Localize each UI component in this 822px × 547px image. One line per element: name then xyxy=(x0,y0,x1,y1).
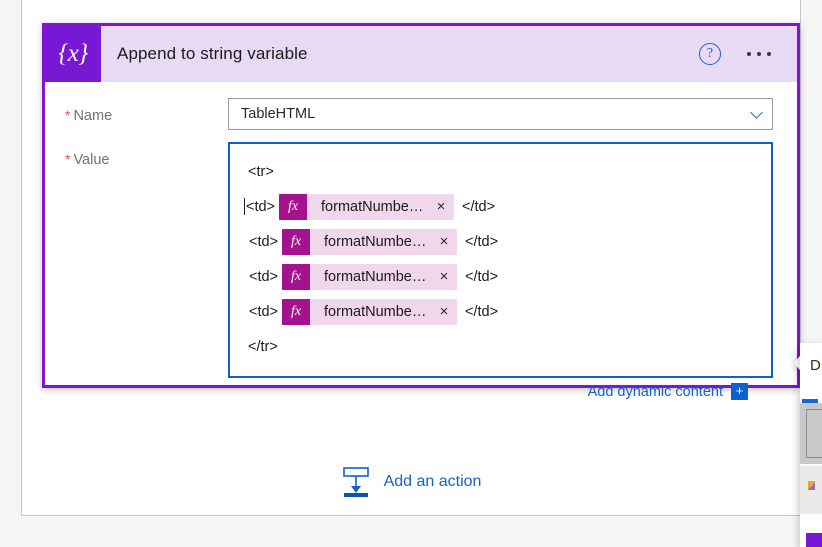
editor-line: <td> fx formatNumber… × </td> xyxy=(244,294,759,329)
more-options-icon[interactable] xyxy=(745,46,773,62)
editor-line: <tr> xyxy=(244,154,759,189)
variable-icon: {x} xyxy=(45,26,101,82)
close-icon[interactable]: × xyxy=(437,299,457,325)
app-root: {x} Append to string variable ? * Name Ta… xyxy=(0,0,822,547)
add-dynamic-content-link[interactable]: Add dynamic content xyxy=(588,384,723,400)
flyout-list-item[interactable] xyxy=(806,409,822,458)
fx-icon: fx xyxy=(279,193,308,220)
value-rich-text-editor[interactable]: <tr> <td> fx formatNumber… × </td> <td> … xyxy=(228,142,773,378)
html-tag-text: </td> xyxy=(462,198,496,215)
flyout-list-section xyxy=(800,403,822,464)
close-icon[interactable]: × xyxy=(434,194,454,220)
html-tag-text: <td> xyxy=(249,233,279,250)
value-label-text: Value xyxy=(73,152,110,168)
action-card-append-to-string-variable[interactable]: {x} Append to string variable ? * Name Ta… xyxy=(42,23,800,400)
html-tag-text: <td> xyxy=(249,268,279,285)
flyout-item-icon xyxy=(808,481,815,490)
insert-below-icon xyxy=(341,466,371,498)
action-card-header: {x} Append to string variable ? xyxy=(45,26,797,82)
html-tag-text: </tr> xyxy=(248,338,278,355)
expression-token-label: formatNumber… xyxy=(324,303,432,320)
name-select-value: TableHTML xyxy=(241,106,316,122)
action-card-body: * Name TableHTML * Value <tr> <td> fx fo… xyxy=(45,82,797,400)
name-label-text: Name xyxy=(73,108,113,124)
fx-icon: fx xyxy=(282,263,311,290)
html-tag-text: <td> xyxy=(246,198,276,215)
help-icon[interactable]: ? xyxy=(699,43,721,65)
name-field-label: * Name xyxy=(65,98,228,124)
required-asterisk: * xyxy=(65,107,71,123)
html-tag-text: <tr> xyxy=(248,163,274,180)
field-row-name: * Name TableHTML xyxy=(65,98,773,130)
action-card-header-actions: ? xyxy=(699,43,797,65)
fx-icon: fx xyxy=(282,298,311,325)
flyout-accent-block xyxy=(806,533,822,547)
html-tag-text: <td> xyxy=(249,303,279,320)
flyout-partial-text: D xyxy=(810,357,821,374)
add-an-action-button[interactable]: Add an action xyxy=(0,466,822,498)
expression-token[interactable]: fx formatNumber… × xyxy=(279,193,455,220)
add-an-action-label: Add an action xyxy=(383,473,482,490)
fx-icon: fx xyxy=(282,228,311,255)
text-caret xyxy=(244,198,245,215)
html-tag-text: </td> xyxy=(465,233,499,250)
editor-line: <td> fx formatNumber… × </td> xyxy=(244,259,759,294)
expression-token-label: formatNumber… xyxy=(324,233,432,250)
expression-token[interactable]: fx formatNumber… × xyxy=(282,228,458,255)
value-field-label: * Value xyxy=(65,142,228,168)
dynamic-content-flyout[interactable]: D xyxy=(800,343,822,547)
action-card-title: Append to string variable xyxy=(117,44,308,63)
close-icon[interactable]: × xyxy=(437,264,457,290)
html-tag-text: </td> xyxy=(465,303,499,320)
field-row-value: * Value <tr> <td> fx formatNumber… × </t… xyxy=(65,142,773,378)
required-asterisk: * xyxy=(65,151,71,167)
editor-line: <td> fx formatNumber… × </td> xyxy=(244,224,759,259)
expression-token-label: formatNumber… xyxy=(321,198,429,215)
close-icon[interactable]: × xyxy=(437,229,457,255)
flyout-secondary-section xyxy=(800,466,822,514)
add-dynamic-content-row: Add dynamic content + xyxy=(65,378,773,400)
expression-token-label: formatNumber… xyxy=(324,268,432,285)
expression-token[interactable]: fx formatNumber… × xyxy=(282,298,458,325)
expression-token[interactable]: fx formatNumber… × xyxy=(282,263,458,290)
html-tag-text: </td> xyxy=(465,268,499,285)
chevron-down-icon[interactable] xyxy=(750,106,763,119)
editor-line: <td> fx formatNumber… × </td> xyxy=(244,189,759,224)
name-select[interactable]: TableHTML xyxy=(228,98,773,130)
add-icon[interactable]: + xyxy=(731,383,748,400)
editor-line: </tr> xyxy=(244,329,759,364)
